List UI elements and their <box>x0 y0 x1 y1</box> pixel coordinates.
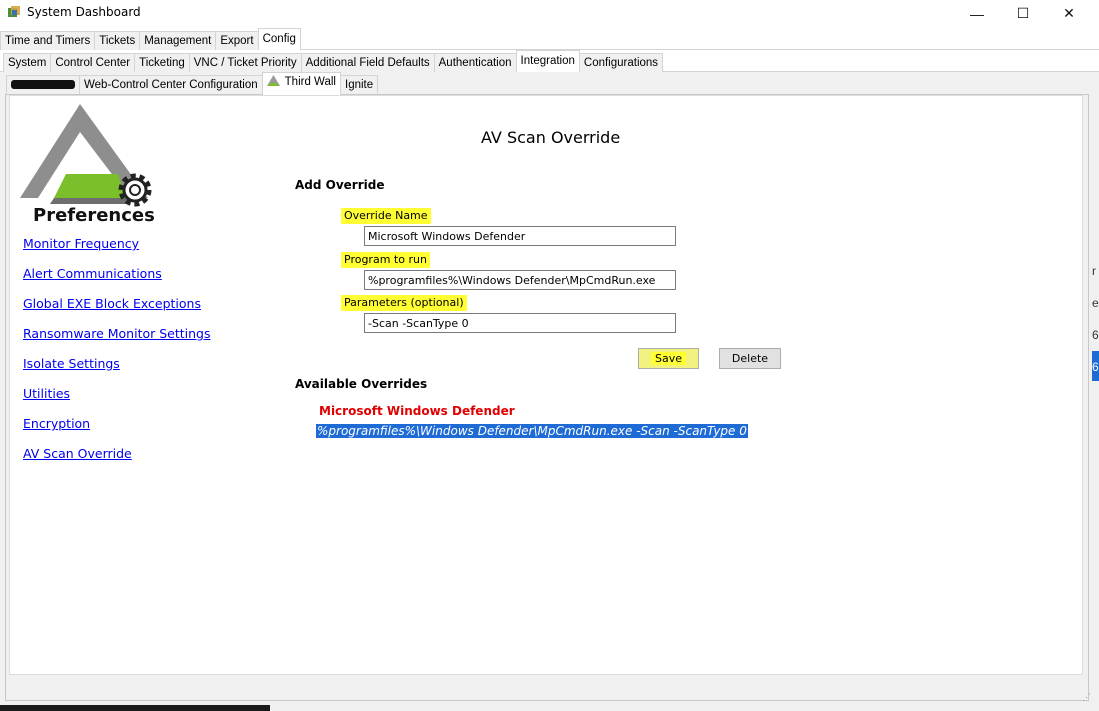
program-to-run-label: Program to run <box>341 252 430 268</box>
taskbar-fragment <box>0 705 270 711</box>
close-button[interactable]: ✕ <box>1046 0 1092 27</box>
delete-button[interactable]: Delete <box>719 348 781 369</box>
parameters-field[interactable] <box>364 313 676 333</box>
link-monitor-frequency[interactable]: Monitor Frequency <box>23 236 139 251</box>
resize-grip-icon[interactable]: ⋰ <box>1082 692 1091 703</box>
link-alert-communications[interactable]: Alert Communications <box>23 266 162 281</box>
app-icon <box>8 6 20 17</box>
redaction-mark <box>11 80 75 90</box>
minimize-icon: — <box>970 5 984 22</box>
link-ransomware-monitor-settings[interactable]: Ransomware Monitor Settings <box>23 326 211 341</box>
config-tab-strip: System Control Center Ticketing VNC / Ti… <box>3 50 664 72</box>
link-isolate-settings[interactable]: Isolate Settings <box>23 356 120 371</box>
tab-tickets[interactable]: Tickets <box>94 31 141 50</box>
window-title: System Dashboard <box>27 5 141 19</box>
save-button-label: Save <box>650 352 686 365</box>
tab-management[interactable]: Management <box>139 31 217 50</box>
page-title: AV Scan Override <box>481 128 621 147</box>
main-tab-strip: Time and Timers Tickets Management Expor… <box>0 28 301 50</box>
tab-config[interactable]: Config <box>257 28 301 50</box>
tab-web-control-center-configuration[interactable]: Web-Control Center Configuration <box>79 75 263 95</box>
tab-vnc-ticket-priority[interactable]: VNC / Ticket Priority <box>188 53 302 72</box>
tab-third-wall[interactable]: Third Wall <box>261 72 341 95</box>
tab-time-and-timers[interactable]: Time and Timers <box>0 31 96 50</box>
integration-tab-strip: Web-Control Center Configuration Third W… <box>6 72 379 95</box>
tab-third-wall-label: Third Wall <box>284 76 336 88</box>
link-utilities[interactable]: Utilities <box>23 386 70 401</box>
tab-system[interactable]: System <box>3 53 52 72</box>
background-window-edge <box>1090 95 1099 695</box>
third-wall-logo-icon: Preferences <box>20 104 155 226</box>
tab-ticketing[interactable]: Ticketing <box>134 53 190 72</box>
tab-integration[interactable]: Integration <box>515 50 580 72</box>
add-override-heading: Add Override <box>295 178 385 192</box>
link-global-exe-block-exceptions[interactable]: Global EXE Block Exceptions <box>23 296 201 311</box>
third-wall-icon <box>266 75 280 86</box>
override-item-command[interactable]: %programfiles%\Windows Defender\MpCmdRun… <box>316 424 748 438</box>
available-overrides-heading: Available Overrides <box>295 377 428 391</box>
parameters-label: Parameters (optional) <box>341 295 467 311</box>
save-button[interactable]: Save <box>638 348 699 369</box>
tab-export[interactable]: Export <box>215 31 259 50</box>
tab-control-center[interactable]: Control Center <box>50 53 136 72</box>
close-icon: ✕ <box>1063 5 1075 21</box>
link-encryption[interactable]: Encryption <box>23 416 90 431</box>
tab-redacted[interactable] <box>6 75 80 95</box>
background-text-fragment: 6 <box>1092 360 1099 374</box>
background-text-fragment: 6 <box>1092 328 1099 342</box>
override-name-field[interactable] <box>364 226 676 246</box>
override-name-label: Override Name <box>341 208 431 224</box>
maximize-button[interactable]: ☐ <box>1000 0 1046 27</box>
minimize-button[interactable]: — <box>954 0 1000 27</box>
link-av-scan-override[interactable]: AV Scan Override <box>23 446 132 461</box>
preferences-logo: Preferences <box>18 104 160 226</box>
tab-additional-field-defaults[interactable]: Additional Field Defaults <box>300 53 435 72</box>
background-text-fragment: r <box>1092 264 1096 278</box>
tab-ignite[interactable]: Ignite <box>340 75 379 95</box>
background-text-fragment: e <box>1092 296 1099 310</box>
program-to-run-field[interactable] <box>364 270 676 290</box>
logo-text: Preferences <box>33 205 155 224</box>
override-item-name[interactable]: Microsoft Windows Defender <box>319 404 515 418</box>
title-bar: System Dashboard — ☐ ✕ <box>0 0 1099 27</box>
preferences-panel <box>9 95 1083 675</box>
maximize-icon: ☐ <box>1016 5 1030 21</box>
tab-configurations[interactable]: Configurations <box>578 53 664 72</box>
tab-authentication[interactable]: Authentication <box>433 53 517 72</box>
